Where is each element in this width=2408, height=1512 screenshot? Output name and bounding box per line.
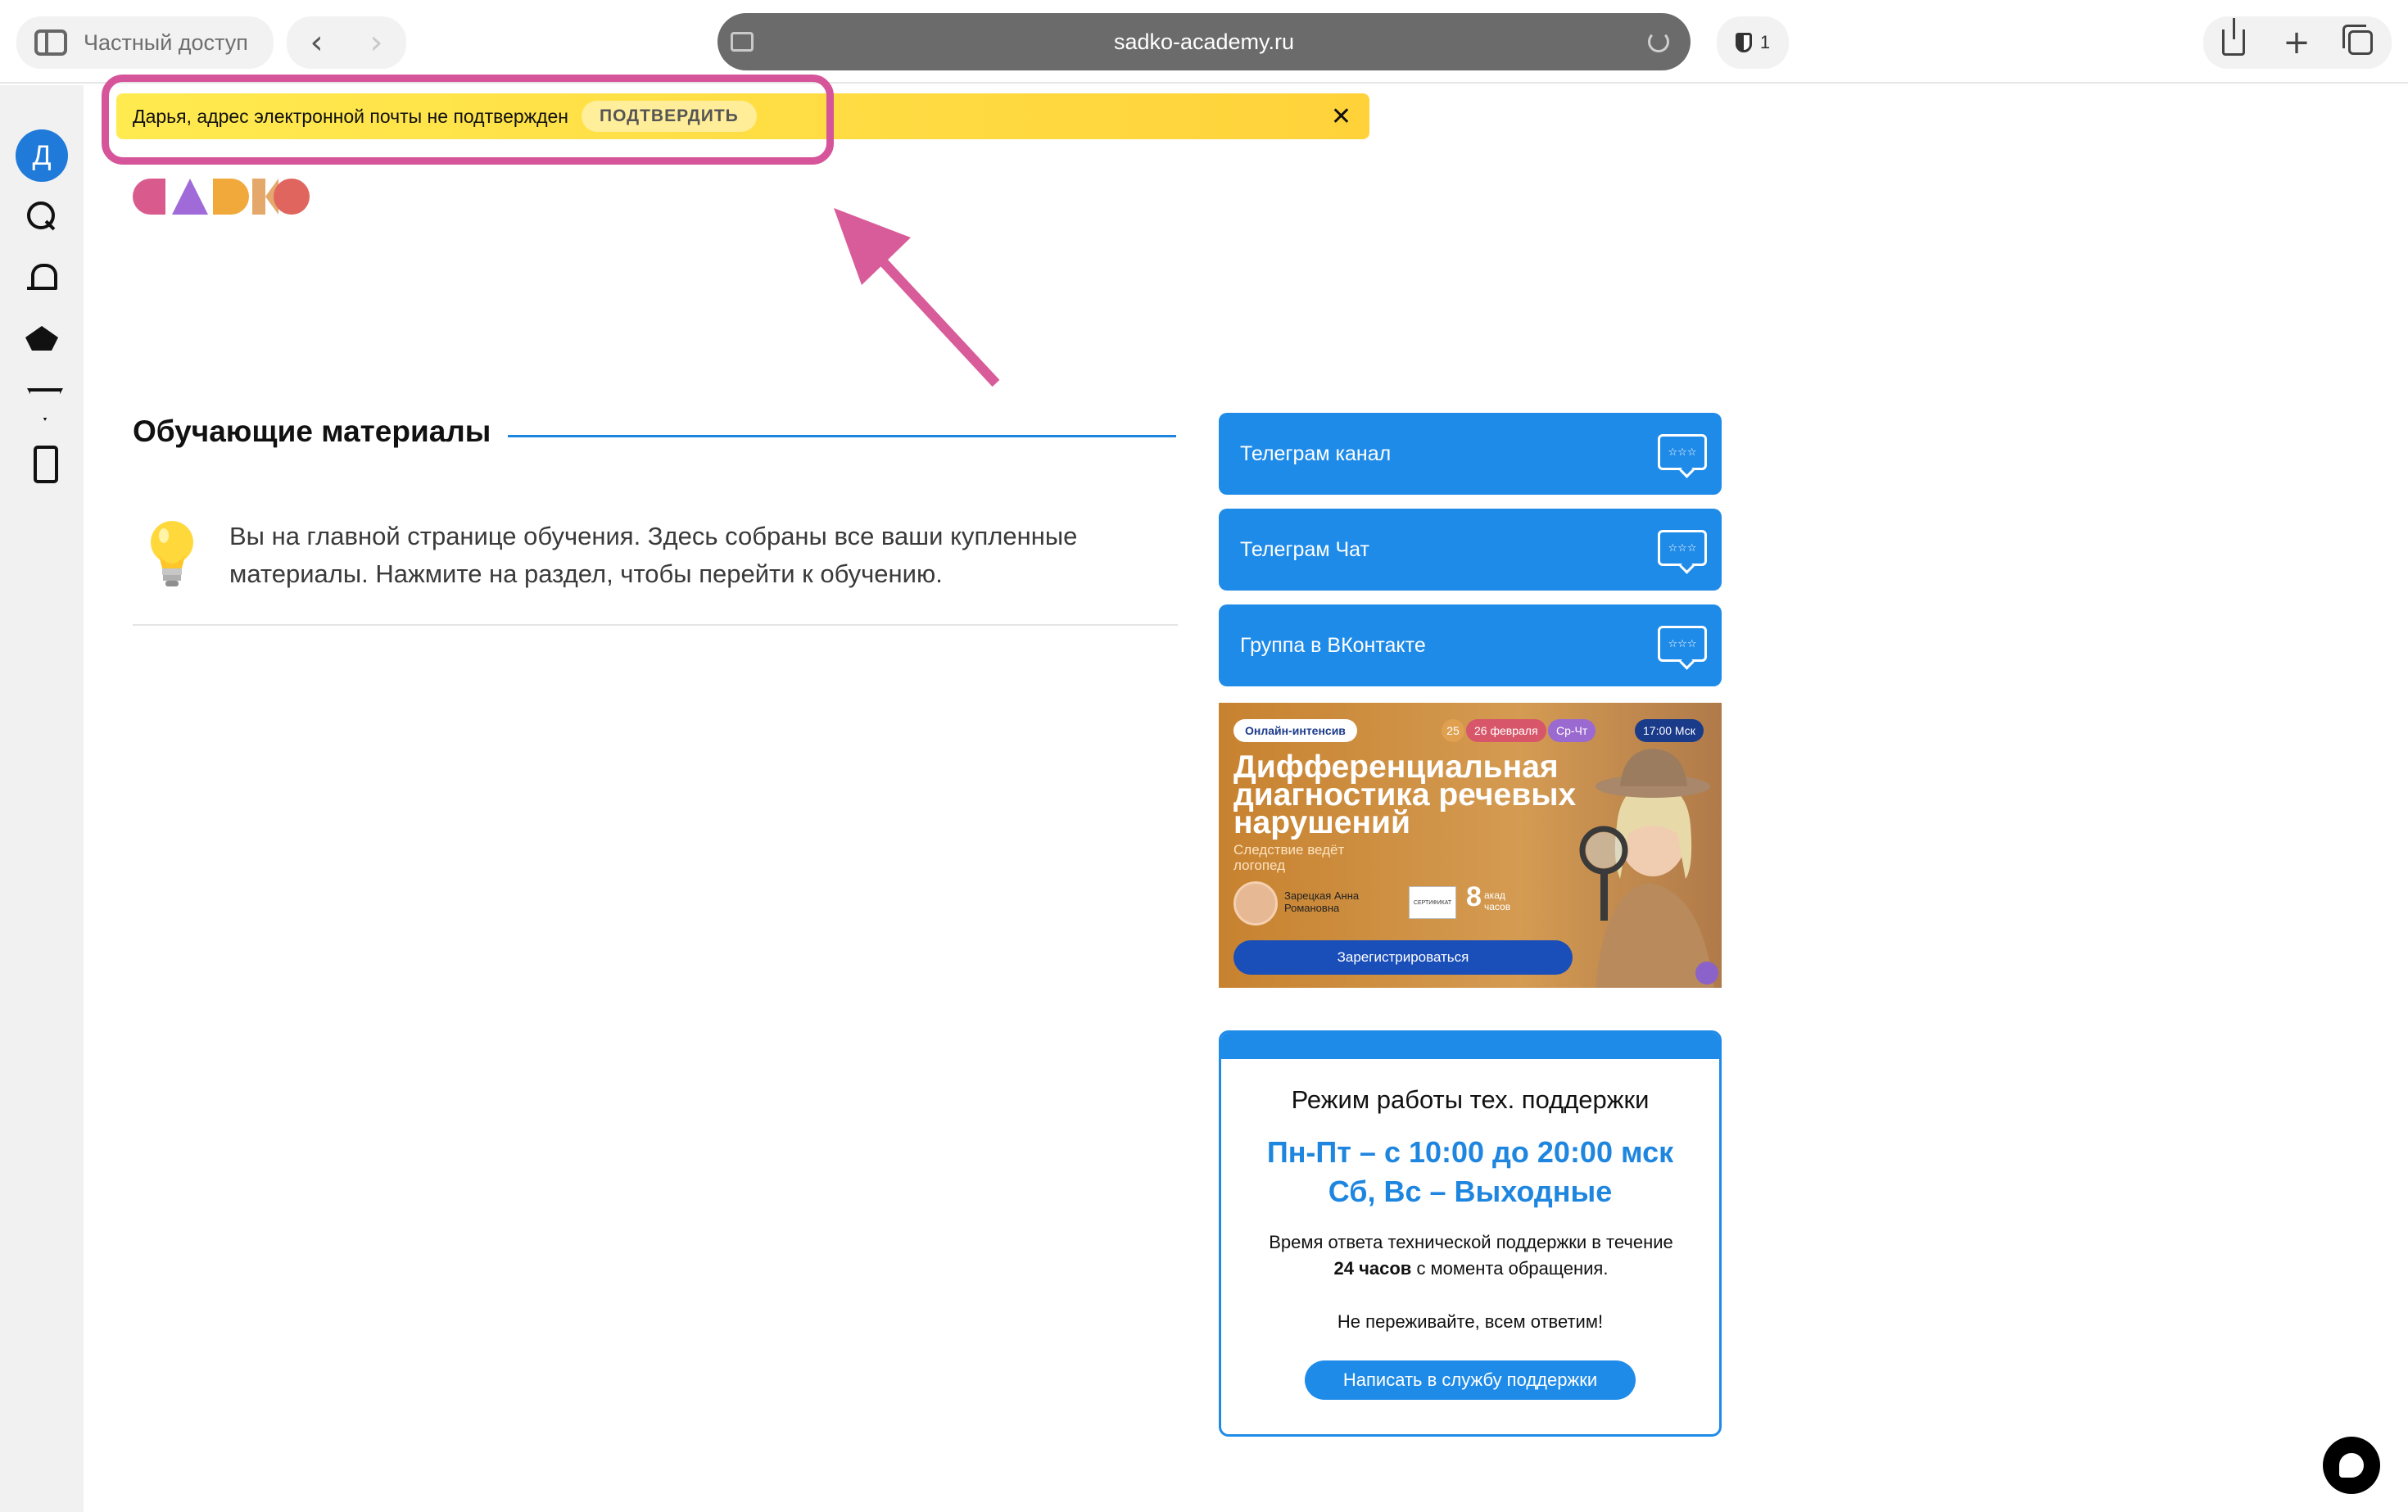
share-icon[interactable] [2222,18,2246,56]
register-button[interactable]: Зарегистрироваться [1233,940,1573,975]
new-tab-icon[interactable]: + [2283,24,2311,61]
page-menu-icon[interactable] [731,32,754,52]
app-sidebar: Д [0,85,84,1512]
note-prefix: Время ответа технической поддержки в теч… [1269,1232,1673,1252]
confirm-email-button[interactable]: ПОДТВЕРДИТЬ [581,101,757,132]
annotation-arrow [834,208,1000,387]
tracker-count: 1 [1759,32,1771,52]
navigation-buttons: ‹ › [287,16,406,69]
forward-button[interactable]: › [346,16,406,69]
banner-message: Дарья, адрес электронной почты не подтве… [133,105,568,127]
hours-label: акад часов [1484,890,1511,912]
section-title: Обучающие материалы [133,414,491,448]
reassurance-text: Не переживайте, всем ответим! [1337,1311,1604,1332]
toolbar-actions: + [2203,16,2392,69]
browser-toolbar: Частный доступ ‹ › sadko-academy.ru 1 + [0,0,2408,84]
vk-group-link[interactable]: Группа в ВКонтакте ☆☆☆ [1219,604,1722,686]
private-mode-label: Частный доступ [84,29,248,55]
author-avatar [1233,881,1278,926]
author-name: Зарецкая Анна Романовна [1284,890,1360,914]
chat-widget-button[interactable] [2323,1437,2380,1494]
support-hours-card: Режим работы тех. поддержки Пн-Пт – с 10… [1219,1030,1722,1437]
avatar[interactable]: Д [16,129,68,182]
card-header-strip [1221,1033,1719,1059]
close-icon[interactable]: ✕ [1331,102,1351,131]
response-time-note: Время ответа технической поддержки в теч… [1238,1229,1704,1282]
link-label: Телеграм Чат [1240,537,1369,561]
promo-subheadline: Следствие ведёт логопед [1233,842,1345,873]
email-verification-banner: Дарья, адрес электронной почты не подтве… [116,93,1369,139]
phone-icon[interactable] [25,446,58,483]
chat-bubble-icon: ☆☆☆ [1658,434,1707,470]
tab-overview-icon[interactable] [2342,25,2373,55]
filter-icon[interactable] [25,385,58,418]
link-label: Телеграм канал [1240,441,1392,465]
back-button[interactable]: ‹ [287,16,346,69]
reload-icon[interactable] [1648,31,1669,52]
date-start: 25 [1442,719,1464,742]
hint-block: Вы на главной странице обучения. Здесь с… [133,508,1178,626]
address-bar[interactable]: sadko-academy.ru [717,13,1691,70]
link-label: Группа в ВКонтакте [1240,633,1426,657]
sidebar-toggle-icon [34,29,67,56]
certificate-image: СЕРТИФИКАТ [1409,886,1456,919]
graduation-cap-icon[interactable] [25,324,58,357]
shield-icon [1735,33,1752,52]
section-divider [508,435,1176,437]
hint-text: Вы на главной странице обучения. Здесь с… [229,522,1078,588]
chat-bubble-icon: ☆☆☆ [1658,626,1707,662]
promo-banner[interactable]: Онлайн-интенсив 25 26 февраля Ср-Чт 17:0… [1219,703,1722,988]
time-chip: 17:00 Мск [1635,719,1704,742]
telegram-chat-link[interactable]: Телеграм Чат ☆☆☆ [1219,509,1722,591]
promo-headline: Дифференциальная диагностика речевых нар… [1233,749,1577,840]
private-mode-button[interactable]: Частный доступ [16,16,274,69]
weekday-hours: Пн-Пт – с 10:00 до 20:00 мск [1266,1135,1674,1169]
weekend-hours: Сб, Вс – Выходные [1328,1175,1613,1208]
hours-number: 8 [1466,881,1482,912]
date-range: 26 февраля [1466,719,1546,742]
days-chip: Ср-Чт [1548,719,1596,742]
telegram-channel-link[interactable]: Телеграм канал ☆☆☆ [1219,413,1722,495]
note-bold: 24 часов [1333,1258,1412,1279]
light-bulb-icon [151,521,193,586]
sadko-logo [133,179,310,215]
chat-bubble-icon: ☆☆☆ [1658,530,1707,566]
bell-icon[interactable] [25,260,58,293]
format-badge: Онлайн-интенсив [1233,719,1357,742]
search-icon[interactable] [25,200,58,233]
support-title: Режим работы тех. поддержки [1291,1085,1650,1114]
privacy-report-button[interactable]: 1 [1717,16,1789,69]
note-suffix: с момента обращения. [1416,1258,1609,1279]
url-text: sadko-academy.ru [1113,29,1295,54]
support-hours: Пн-Пт – с 10:00 до 20:00 мск Сб, Вс – Вы… [1221,1133,1719,1211]
contact-support-button[interactable]: Написать в службу поддержки [1305,1360,1636,1400]
